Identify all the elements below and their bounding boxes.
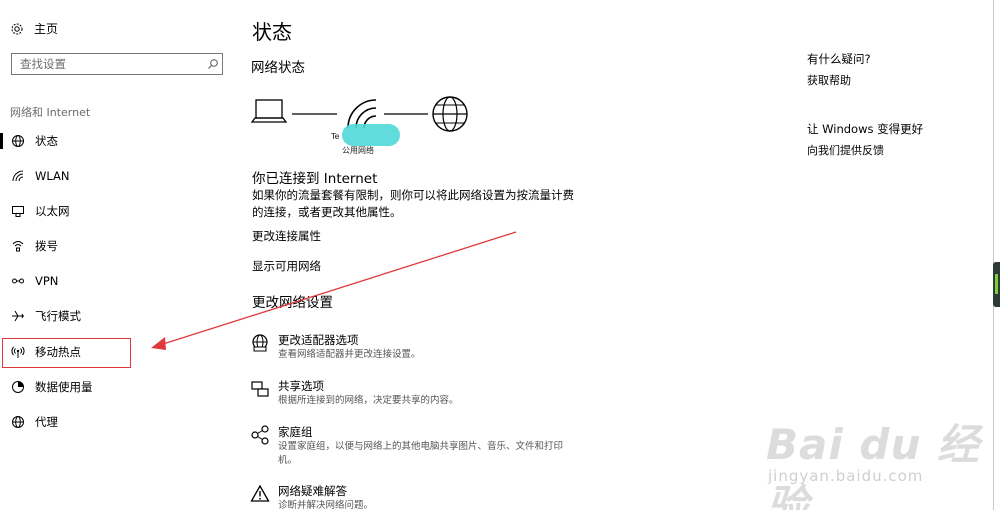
warning-icon	[250, 484, 270, 504]
troubleshoot-item[interactable]: 网络疑难解答 诊断并解决网络问题。	[250, 484, 580, 510]
homegroup-item[interactable]: 家庭组 设置家庭组，以便与网络上的其他电脑共享图片、音乐、文件和打印机。	[250, 425, 580, 468]
ethernet-icon	[11, 204, 25, 218]
baidu-watermark: Bai du 经验 jingyan.baidu.com	[760, 405, 990, 510]
annotation-highlight-box	[2, 338, 131, 368]
search-box[interactable]	[11, 53, 223, 75]
sidebar-item-status[interactable]: 状态	[0, 127, 235, 155]
home-link[interactable]: 主页	[10, 20, 58, 37]
sidebar-item-dialup[interactable]: 拨号	[0, 232, 235, 260]
page-title: 状态	[252, 20, 292, 44]
vpn-icon	[11, 274, 25, 288]
watermark-logo-text: Bai du 经验	[766, 420, 980, 510]
data-usage-icon	[11, 380, 25, 394]
internet-globe-icon	[432, 96, 468, 132]
watermark-url: jingyan.baidu.com	[768, 467, 924, 485]
search-icon[interactable]	[204, 55, 222, 73]
sidebar-item-label: 拨号	[35, 239, 58, 253]
sharing-options-item[interactable]: 共享选项 根据所连接到的网络，决定要共享的内容。	[250, 379, 580, 408]
option-title: 网络疑难解答	[278, 484, 347, 498]
network-type-label: 公用网络	[342, 146, 374, 155]
status-globe-icon	[11, 134, 25, 148]
sidebar-item-label: 以太网	[35, 204, 70, 218]
option-title: 共享选项	[278, 379, 324, 393]
sidebar-item-label: 飞行模式	[35, 309, 81, 323]
option-subtitle: 设置家庭组，以便与网络上的其他电脑共享图片、音乐、文件和打印机。	[278, 441, 564, 466]
proxy-globe-icon	[11, 415, 25, 429]
side-widget-tab[interactable]	[993, 262, 1000, 307]
section-title: 网络和 Internet	[10, 106, 91, 119]
show-available-networks-link[interactable]: 显示可用网络	[252, 258, 321, 274]
option-title: 更改适配器选项	[278, 333, 359, 347]
home-label: 主页	[34, 22, 59, 36]
sidebar: 主页 网络和 Internet 状态 WLAN 以太网 拨号 V	[0, 0, 235, 510]
connected-description: 如果你的流量套餐有限制，则你可以将此网络设置为按流量计费的连接，或者更改其他属性…	[252, 188, 574, 219]
sidebar-item-vpn[interactable]: VPN	[0, 267, 235, 295]
change-settings-heading: 更改网络设置	[252, 295, 333, 311]
change-connection-properties-link[interactable]: 更改连接属性	[252, 228, 321, 244]
give-feedback-link[interactable]: 向我们提供反馈	[807, 142, 884, 158]
search-input[interactable]	[12, 57, 204, 71]
dialup-icon	[11, 239, 25, 253]
sharing-icon	[250, 379, 270, 399]
option-subtitle: 查看网络适配器并更改连接设置。	[278, 349, 421, 360]
sidebar-item-ethernet[interactable]: 以太网	[0, 197, 235, 225]
network-status-heading: 网络状态	[251, 60, 305, 76]
improve-windows-heading: 让 Windows 变得更好	[807, 122, 924, 136]
sidebar-item-label: VPN	[35, 274, 59, 288]
sidebar-item-wlan[interactable]: WLAN	[0, 162, 235, 190]
homegroup-icon	[250, 425, 270, 445]
sidebar-item-proxy[interactable]: 代理	[0, 408, 235, 436]
connected-heading: 你已连接到 Internet	[252, 171, 378, 187]
window-edge	[993, 0, 1000, 510]
network-name-label: Te	[331, 132, 340, 141]
adapter-icon	[250, 333, 270, 353]
airplane-icon	[11, 309, 25, 323]
help-heading: 有什么疑问?	[807, 52, 871, 66]
gear-icon	[10, 22, 24, 36]
option-subtitle: 诊断并解决网络问题。	[278, 500, 374, 510]
get-help-link[interactable]: 获取帮助	[807, 72, 851, 88]
redaction-mark	[342, 124, 400, 146]
sidebar-item-label: WLAN	[35, 169, 70, 183]
sidebar-item-data-usage[interactable]: 数据使用量	[0, 373, 235, 401]
sidebar-item-label: 状态	[35, 134, 58, 148]
option-title: 家庭组	[278, 425, 313, 439]
adapter-options-item[interactable]: 更改适配器选项 查看网络适配器并更改连接设置。	[250, 333, 580, 362]
option-subtitle: 根据所连接到的网络，决定要共享的内容。	[278, 395, 459, 406]
sidebar-item-label: 数据使用量	[35, 380, 93, 394]
wifi-icon	[11, 169, 25, 183]
sidebar-item-label: 代理	[35, 415, 58, 429]
sidebar-item-airplane[interactable]: 飞行模式	[0, 302, 235, 330]
laptop-icon	[250, 99, 288, 123]
